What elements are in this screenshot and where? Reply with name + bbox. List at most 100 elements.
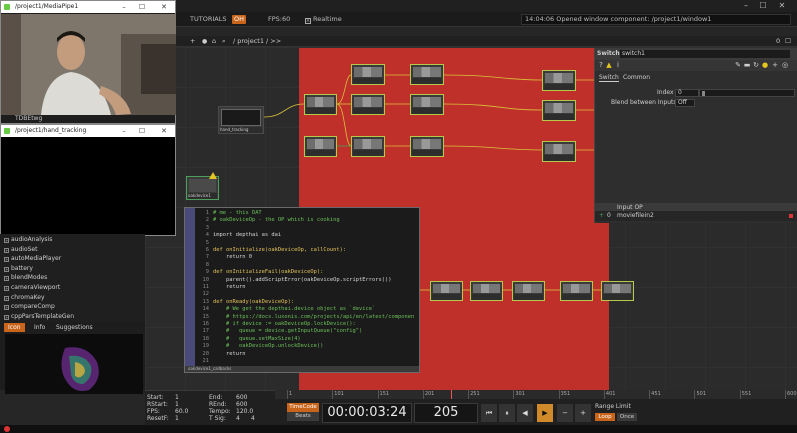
- minimize-icon[interactable]: –: [117, 1, 131, 13]
- top-node[interactable]: [410, 94, 444, 115]
- expand-icon[interactable]: +: [4, 305, 9, 311]
- fps-value[interactable]: 60.0: [175, 408, 188, 415]
- step-forward-button[interactable]: +: [575, 404, 591, 422]
- ruler-tick-label: 101: [334, 391, 344, 397]
- top-node[interactable]: [351, 94, 385, 115]
- start-value[interactable]: 1: [175, 394, 179, 401]
- input-op-row[interactable]: + 0 moviefilein2: [595, 211, 797, 221]
- input-op-value[interactable]: moviefilein2: [617, 211, 654, 221]
- input-connect-icon[interactable]: +: [599, 211, 604, 221]
- top-node[interactable]: [601, 281, 634, 301]
- expand-icon[interactable]: +: [4, 314, 9, 320]
- help-icon[interactable]: ?: [597, 61, 605, 69]
- top-node[interactable]: [542, 100, 576, 121]
- top-node[interactable]: [542, 70, 576, 91]
- top-node[interactable]: [430, 281, 463, 301]
- minimize-icon[interactable]: –: [117, 125, 131, 137]
- index-slider-handle[interactable]: [702, 91, 705, 96]
- code-line[interactable]: 2 # oakDeviceOp - the OP which is cooking: [197, 216, 340, 224]
- palette-item[interactable]: + battery: [4, 265, 142, 273]
- refresh-icon[interactable]: ↻: [752, 61, 760, 69]
- top-node[interactable]: [351, 136, 385, 157]
- tsig-value-b[interactable]: 4: [251, 415, 255, 422]
- settings-icon[interactable]: ●: [761, 61, 769, 69]
- expand-icon[interactable]: +: [4, 257, 9, 263]
- hand-tracking-window[interactable]: /project1/hand_tracking – ☐ ✕: [0, 124, 176, 236]
- maximize-icon[interactable]: ☐: [135, 125, 149, 137]
- index-label: Index: [657, 89, 674, 96]
- expand-icon[interactable]: +: [4, 276, 9, 282]
- top-node[interactable]: [470, 281, 503, 301]
- tab-common[interactable]: Common: [623, 73, 650, 82]
- tab-suggestions[interactable]: Suggestions: [52, 323, 97, 332]
- input-remove-icon[interactable]: [789, 214, 793, 218]
- loop-button[interactable]: Loop: [595, 413, 615, 421]
- top-node[interactable]: [512, 281, 545, 301]
- op-name-field[interactable]: switch1: [620, 50, 790, 58]
- beats-mode-button[interactable]: Beats: [287, 412, 319, 421]
- palette-item[interactable]: + audioAnalysis: [4, 236, 142, 244]
- line-text: return: [213, 284, 246, 290]
- tab-info[interactable]: Info: [30, 323, 49, 332]
- reverse-button[interactable]: ◀: [517, 404, 533, 422]
- comment-icon[interactable]: ▬: [743, 61, 751, 69]
- maximize-icon[interactable]: ☐: [135, 1, 149, 13]
- warning-icon[interactable]: [209, 172, 217, 179]
- expand-icon[interactable]: +: [4, 295, 9, 301]
- info-icon[interactable]: i: [614, 61, 622, 69]
- resetf-value[interactable]: 1: [175, 415, 179, 422]
- time-ruler[interactable]: 1 101 151 201 251 301 351 401 451 501 551 600: [275, 390, 797, 399]
- add-icon[interactable]: +: [771, 61, 779, 69]
- top-node[interactable]: [304, 136, 337, 157]
- timecode-mode-button[interactable]: TimeCode: [287, 403, 319, 412]
- palette-item[interactable]: + compareComp: [4, 303, 142, 311]
- expand-icon[interactable]: +: [4, 247, 9, 253]
- timecode-display[interactable]: 00:00:03:24: [322, 403, 412, 423]
- end-value[interactable]: 600: [236, 394, 247, 401]
- once-button[interactable]: Once: [617, 413, 637, 421]
- top-node[interactable]: [410, 136, 444, 157]
- palette-item[interactable]: + chromaKey: [4, 294, 142, 302]
- top-node[interactable]: [560, 281, 593, 301]
- target-icon[interactable]: ◎: [781, 61, 789, 69]
- expand-icon[interactable]: +: [4, 266, 9, 272]
- palette-item[interactable]: + autoMediaPlayer: [4, 255, 142, 263]
- top-node[interactable]: [410, 64, 444, 85]
- tab-icon[interactable]: Icon: [4, 323, 25, 332]
- mediapipe-footer: TDBEtwg: [15, 115, 43, 122]
- python-icon[interactable]: ▲: [605, 61, 613, 69]
- expand-icon[interactable]: +: [4, 238, 9, 243]
- top-node[interactable]: [351, 64, 385, 85]
- weather-icon[interactable]: [4, 426, 10, 432]
- tempo-value[interactable]: 120.0: [236, 408, 253, 415]
- hand-tracking-node[interactable]: hand_tracking: [218, 106, 264, 134]
- top-node[interactable]: [542, 141, 576, 162]
- palette-item[interactable]: + cameraViewport: [4, 284, 142, 292]
- ruler-tick: [649, 390, 651, 399]
- top-node[interactable]: [304, 94, 337, 115]
- frame-display[interactable]: 205: [414, 403, 478, 423]
- palette-item[interactable]: + blendModes: [4, 274, 142, 282]
- close-icon[interactable]: ✕: [157, 1, 171, 13]
- pause-button[interactable]: ⏸: [499, 404, 515, 422]
- expand-icon[interactable]: +: [4, 286, 9, 291]
- rewind-button[interactable]: ⏮: [481, 404, 497, 422]
- playhead[interactable]: [451, 390, 452, 399]
- step-back-button[interactable]: −: [557, 404, 573, 422]
- mediapipe-window[interactable]: /project1/MediaPipe1 – ☐ ✕ TDBEtwg: [0, 0, 176, 124]
- rend-value[interactable]: 600: [236, 401, 247, 408]
- index-slider[interactable]: [699, 89, 795, 97]
- oakdevice-node[interactable]: oakdevice1: [186, 176, 219, 200]
- code-line[interactable]: 21: [197, 357, 213, 365]
- tsig-value-a[interactable]: 4: [236, 415, 240, 422]
- tab-switch[interactable]: Switch: [599, 73, 619, 82]
- play-button[interactable]: ▶: [537, 404, 553, 422]
- index-field[interactable]: 0: [675, 89, 699, 97]
- rstart-value[interactable]: 1: [175, 401, 179, 408]
- callbacks-dat-viewer[interactable]: 1 # me - this DAT 2 # oakDeviceOp - the OP …: [184, 207, 420, 373]
- close-icon[interactable]: ✕: [157, 125, 171, 137]
- palette-item[interactable]: + cppParsTemplateGen: [4, 313, 142, 321]
- blend-toggle[interactable]: Off: [675, 99, 695, 107]
- edit-icon[interactable]: ✎: [734, 61, 742, 69]
- palette-item[interactable]: + audioSet: [4, 246, 142, 254]
